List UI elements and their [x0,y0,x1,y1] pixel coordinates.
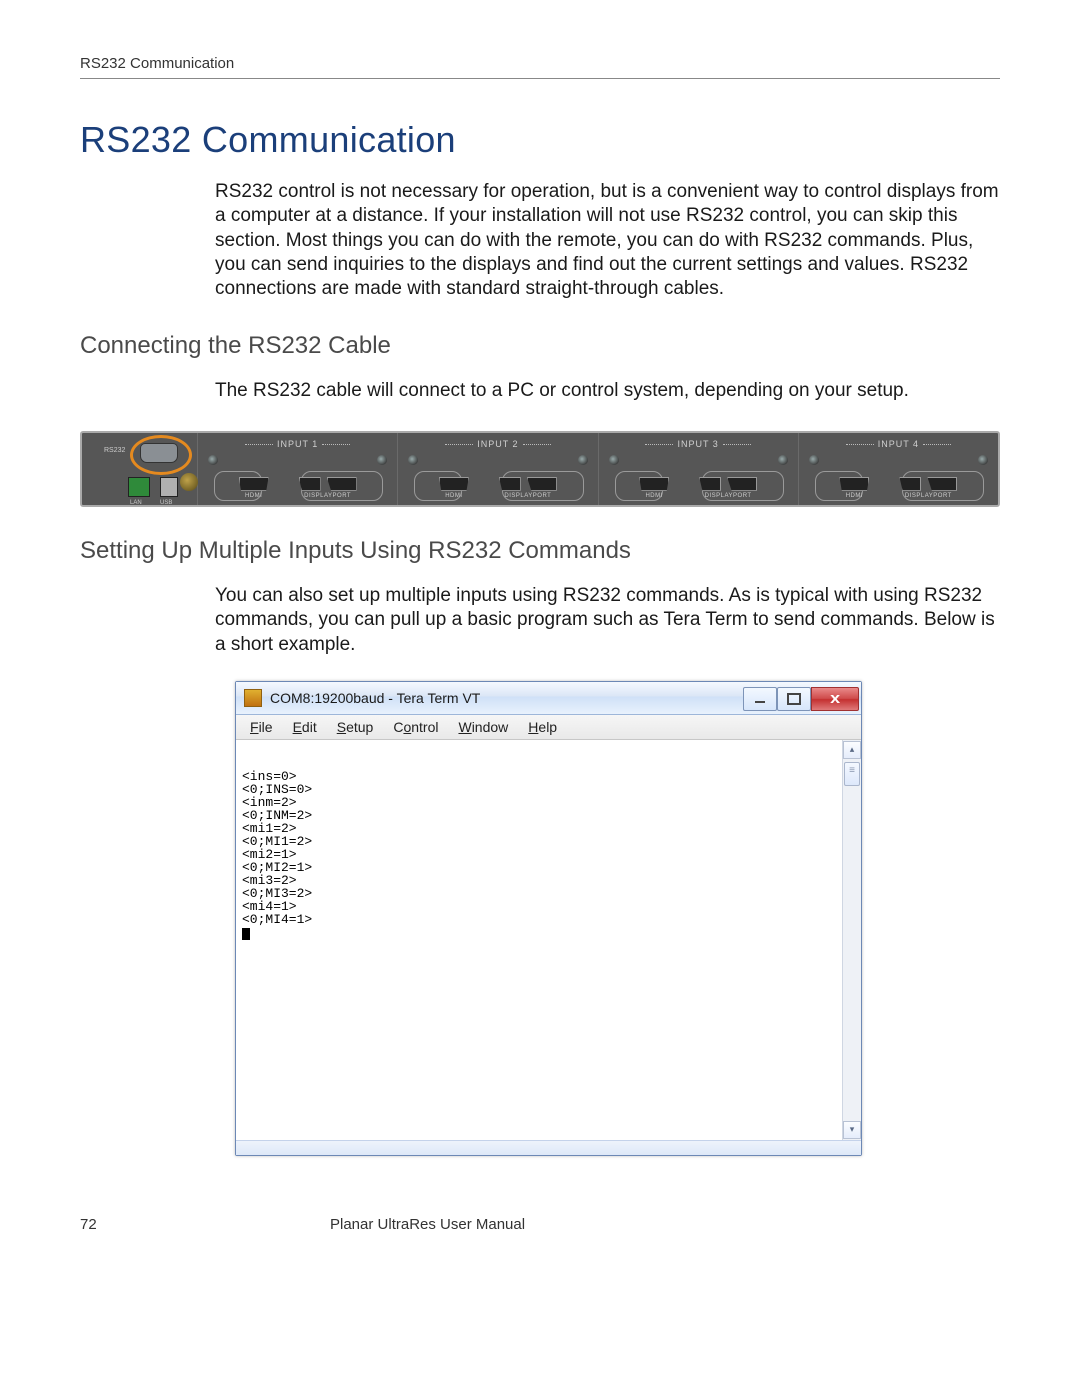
displayport-icon [527,477,557,491]
hdmi-port: HDMI [639,477,669,499]
close-button[interactable]: x [811,687,859,711]
teraterm-window-title: COM8:19200baud - Tera Term VT [270,690,743,706]
minimize-button[interactable] [743,687,777,711]
scroll-track[interactable] [843,760,861,1120]
screw-icon [377,455,387,465]
ir-knob-icon [180,473,198,491]
displayport-icon [499,477,521,491]
displayport-icon [727,477,757,491]
scroll-up-button[interactable]: ▴ [843,741,861,759]
teraterm-menubar: File Edit Setup Control Window Help [236,715,861,740]
menu-file[interactable]: File [242,717,281,737]
lan-port-label: LAN [130,500,142,506]
teraterm-window: COM8:19200baud - Tera Term VT x File Edi… [235,681,862,1156]
input-2-label: INPUT 2 [398,439,597,449]
menu-edit[interactable]: Edit [285,717,325,737]
teraterm-scrollbar[interactable]: ▴ ▾ [842,740,861,1140]
input-3-label: INPUT 3 [599,439,798,449]
input-1-label: INPUT 1 [198,439,397,449]
panel-input-groups: INPUT 1 HDMI DISPLAYPORT [197,433,998,505]
hdmi-port-icon [239,477,269,491]
hdmi-label: HDMI [846,493,863,499]
running-head: RS232 Communication [80,55,1000,79]
hdmi-label: HDMI [245,493,262,499]
input-4-label: INPUT 4 [799,439,998,449]
displayport-port: DISPLAYPORT [699,477,757,499]
hdmi-port-icon [639,477,669,491]
screw-icon [778,455,788,465]
displayport-icon [927,477,957,491]
rs232-port-label: RS232 [104,447,125,454]
rs232-port-icon [140,443,178,463]
menu-window[interactable]: Window [450,717,516,737]
displayport-icon [327,477,357,491]
menu-help[interactable]: Help [520,717,565,737]
screw-icon [408,455,418,465]
dp-label: DISPLAYPORT [504,493,551,499]
dp-label: DISPLAYPORT [705,493,752,499]
subsection-connecting-title: Connecting the RS232 Cable [80,332,1000,360]
hdmi-port: HDMI [239,477,269,499]
screw-icon [578,455,588,465]
input-group-1: INPUT 1 HDMI DISPLAYPORT [197,433,397,505]
input-group-3: INPUT 3 HDMI DISPLAYPORT [598,433,798,505]
screw-icon [609,455,619,465]
teraterm-app-icon [244,689,262,707]
terminal-cursor-icon [242,928,250,940]
screw-icon [809,455,819,465]
teraterm-titlebar[interactable]: COM8:19200baud - Tera Term VT x [236,682,861,715]
screw-icon [208,455,218,465]
hdmi-port: HDMI [439,477,469,499]
hdmi-label: HDMI [645,493,662,499]
displayport-port: DISPLAYPORT [499,477,557,499]
screw-icon [978,455,988,465]
page-number: 72 [80,1216,215,1233]
section-title: RS232 Communication [80,119,1000,161]
displayport-icon [899,477,921,491]
hdmi-port-icon [439,477,469,491]
input-group-4: INPUT 4 HDMI DISPLAYPORT [798,433,998,505]
hdmi-label: HDMI [445,493,462,499]
teraterm-terminal[interactable]: <ins=0> <0;INS=0> <inm=2> <0;INM=2> <mi1… [236,740,842,1140]
section-intro: RS232 control is not necessary for opera… [215,180,1000,302]
usb-port-label: USB [160,500,172,506]
subsection-multi-title: Setting Up Multiple Inputs Using RS232 C… [80,537,1000,565]
device-panel-figure: RS232 LAN USB INPUT 1 HDMI [80,431,1000,507]
hdmi-port: HDMI [839,477,869,499]
panel-left-ports: RS232 LAN USB [82,433,197,505]
maximize-button[interactable] [777,687,811,711]
dp-label: DISPLAYPORT [905,493,952,499]
scroll-thumb[interactable] [844,762,860,786]
subsection-multi-text: You can also set up multiple inputs usin… [215,584,1000,657]
document-page: RS232 Communication RS232 Communication … [0,0,1080,1273]
displayport-icon [299,477,321,491]
displayport-port: DISPLAYPORT [299,477,357,499]
menu-control[interactable]: Control [385,717,446,737]
hdmi-port-icon [839,477,869,491]
page-footer: 72 Planar UltraRes User Manual [80,1216,1000,1233]
usb-port-icon [160,477,178,497]
teraterm-statusbar [236,1140,861,1155]
subsection-connecting-text: The RS232 cable will connect to a PC or … [215,379,1000,403]
displayport-port: DISPLAYPORT [899,477,957,499]
window-buttons: x [743,687,859,709]
footer-manual-title: Planar UltraRes User Manual [330,1216,525,1233]
menu-setup[interactable]: Setup [329,717,382,737]
displayport-icon [699,477,721,491]
scroll-down-button[interactable]: ▾ [843,1121,861,1139]
lan-port-icon [128,477,150,497]
teraterm-client-area: <ins=0> <0;INS=0> <inm=2> <0;INM=2> <mi1… [236,740,861,1140]
dp-label: DISPLAYPORT [304,493,351,499]
input-group-2: INPUT 2 HDMI DISPLAYPORT [397,433,597,505]
